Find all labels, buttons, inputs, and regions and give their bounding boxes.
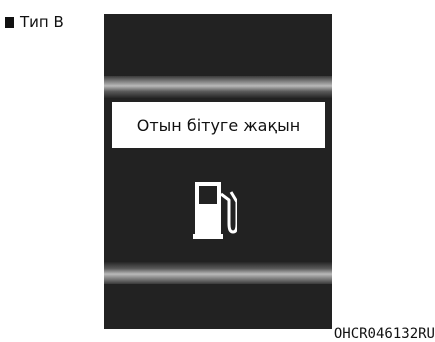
top-highlight-band (104, 76, 332, 98)
instrument-cluster-display: Отын бітуге жақын (104, 14, 332, 329)
type-label: Тип B (5, 14, 64, 30)
warning-message-text: Отын бітуге жақын (136, 115, 301, 135)
type-label-text: Тип B (20, 13, 64, 31)
image-code: OHCR046132RU (333, 326, 435, 342)
bottom-highlight-band (104, 262, 332, 284)
fuel-pump-icon (193, 182, 237, 239)
square-bullet-icon (5, 16, 14, 28)
warning-message-box: Отын бітуге жақын (112, 102, 325, 148)
